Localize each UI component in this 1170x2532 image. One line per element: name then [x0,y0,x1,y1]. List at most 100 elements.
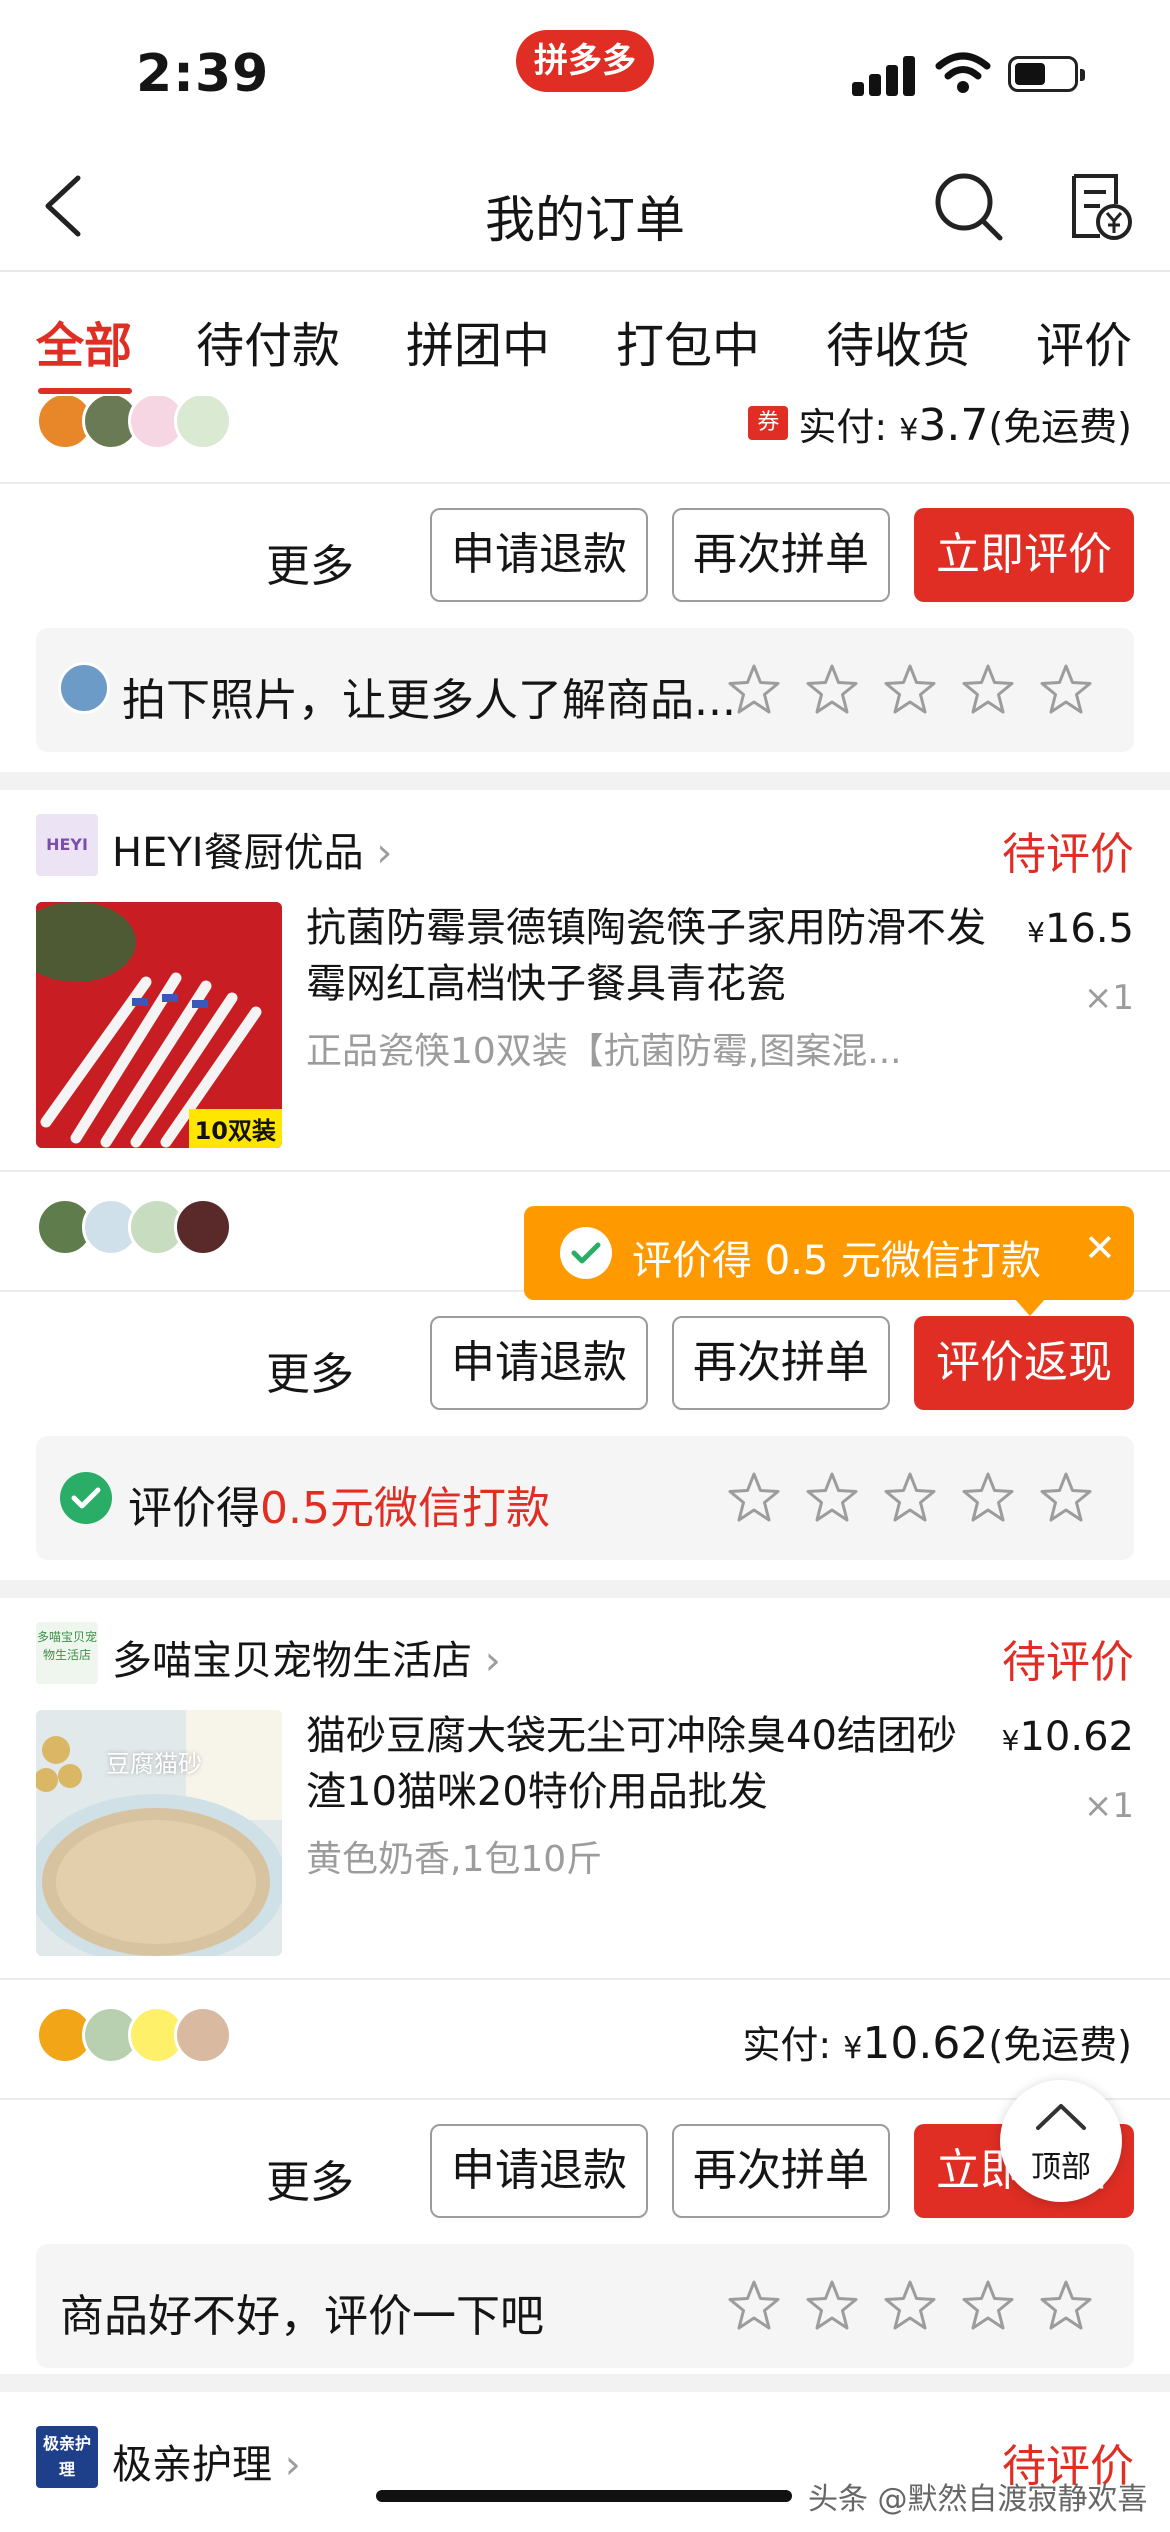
product-thumbnail[interactable]: 10双装 [36,902,282,1148]
order-actions: 更多 申请退款 再次拼单 立即评价 [0,2124,1170,2218]
chevron-right-icon: › [376,830,393,876]
shop-name-link[interactable]: 极亲护理 › [112,2432,301,2490]
review-prompt-text: 商品好不好，评价一下吧 [60,2291,544,2342]
tooltip-arrow [1014,1298,1046,1316]
star-icon[interactable] [960,662,1016,718]
app-indicator-pill: 拼多多 [516,30,654,92]
buyer-avatars [36,396,256,456]
tab-review[interactable]: 评价 [1036,306,1132,376]
paid-amount: 券 实付: ¥3.7(免运费) [748,396,1132,451]
wifi-icon [935,52,991,93]
avatar [174,396,232,450]
product-quantity: ×1 [1083,978,1134,1018]
shop-logo: 极亲护理 [36,2426,98,2488]
avatar [174,1198,232,1256]
more-link[interactable]: 更多 [266,1338,354,1402]
star-icon[interactable] [804,662,860,718]
star-icon[interactable] [726,662,782,718]
star-rating[interactable] [726,662,1108,718]
star-icon[interactable] [960,1470,1016,1526]
buyer-avatars [36,1198,256,1262]
wechat-pay-icon [560,1227,612,1279]
star-icon[interactable] [960,2278,1016,2334]
chevron-right-icon: › [284,2442,301,2488]
shop-name-link[interactable]: HEYI餐厨优品 › [112,820,392,878]
reorder-button[interactable]: 再次拼单 [672,1316,890,1410]
back-to-top-button[interactable]: 顶部 [1000,2080,1122,2202]
star-icon[interactable] [882,2278,938,2334]
review-prompt-box[interactable]: 拍下照片，让更多人了解商品... [36,628,1134,752]
product-title[interactable]: 抗菌防霉景德镇陶瓷筷子家用防滑不发霉网红高档快子餐具青花瓷 [306,900,1006,1012]
tab-pending-receipt[interactable]: 待收货 [826,306,970,376]
pack-badge: 10双装 [188,1109,282,1148]
avatar [174,2006,232,2064]
star-icon[interactable] [1038,662,1094,718]
order-actions: 更多 申请退款 再次拼单 立即评价 [0,508,1170,602]
shop-name-link[interactable]: 多喵宝贝宠物生活店 › [112,1628,501,1686]
divider [0,1170,1170,1172]
star-rating[interactable] [726,1470,1108,1526]
order-status-tabs: 全部 待付款 拼团中 打包中 待收货 评价 [0,272,1170,396]
battery-icon [1008,56,1085,92]
product-spec: 黄色奶香,1包10斤 [306,1839,603,1880]
thumbnail-label: 豆腐猫砂 [106,1750,202,1778]
home-indicator [376,2490,792,2502]
star-icon[interactable] [882,662,938,718]
product-price: ¥10.62 [1001,1714,1134,1760]
product-price: ¥16.5 [1027,906,1134,952]
review-cashback-button[interactable]: 评价返现 [914,1316,1134,1410]
status-bar: 2:39 拼多多 [0,0,1170,140]
nav-bar: 我的订单 [0,140,1170,272]
star-icon[interactable] [804,2278,860,2334]
cashback-tooltip[interactable]: 评价得 0.5 元微信打款 ✕ [524,1206,1134,1316]
reorder-button[interactable]: 再次拼单 [672,508,890,602]
star-icon[interactable] [882,1470,938,1526]
review-prompt-box[interactable]: 商品好不好，评价一下吧 [36,2244,1134,2368]
star-icon[interactable] [726,1470,782,1526]
shop-logo: 多喵宝贝宠物生活店 [36,1622,98,1684]
review-prompt-text: 拍下照片，让更多人了解商品... [122,675,736,726]
star-rating[interactable] [726,2278,1108,2334]
star-icon[interactable] [804,1470,860,1526]
shop-logo: HEYI [36,814,98,876]
orders-screen: 2:39 拼多多 我的订单 全部 待付款 拼团中 打包中 待收货 评价 券 实付… [0,0,1170,2532]
more-link[interactable]: 更多 [266,2146,354,2210]
product-title[interactable]: 猫砂豆腐大袋无尘可冲除臭40结团砂渣10猫咪20特价用品批发 [306,1708,986,1820]
cashback-amount: 0.5元微信打款 [260,1483,550,1534]
reorder-button[interactable]: 再次拼单 [672,2124,890,2218]
tab-pending-payment[interactable]: 待付款 [196,306,340,376]
tab-group-buying[interactable]: 拼团中 [406,306,550,376]
tab-all[interactable]: 全部 [36,306,132,376]
paid-amount: 实付: ¥10.62(免运费) [742,2018,1132,2069]
order-card: HEYI HEYI餐厨优品 › 待评价 10双装 抗菌防霉景德镇陶瓷筷子家用防滑… [0,790,1170,1580]
product-thumbnail[interactable]: 豆腐猫砂 [36,1710,282,1956]
search-icon[interactable] [932,170,1004,242]
divider [0,2098,1170,2100]
tab-packing[interactable]: 打包中 [616,306,760,376]
refund-button[interactable]: 申请退款 [430,2124,648,2218]
buyer-avatars [36,2006,256,2070]
review-now-button[interactable]: 立即评价 [914,508,1134,602]
clock: 2:39 [136,44,270,104]
product-spec: 正品瓷筷10双装【抗菌防霉,图案混... [306,1031,902,1072]
star-icon[interactable] [1038,1470,1094,1526]
cellular-signal-icon [852,54,916,96]
chevron-up-icon [1036,2104,1086,2130]
chevron-right-icon: › [484,1638,501,1684]
tooltip-text: 评价得 0.5 元微信打款 [632,1238,1042,1284]
review-prompt-box[interactable]: 评价得0.5元微信打款 [36,1436,1134,1560]
order-actions: 更多 申请退款 再次拼单 评价返现 [0,1316,1170,1410]
coupon-icon: 券 [748,406,789,440]
close-icon[interactable]: ✕ [1084,1226,1116,1270]
refund-button[interactable]: 申请退款 [430,508,648,602]
divider [0,482,1170,484]
more-link[interactable]: 更多 [266,530,354,594]
bill-yuan-icon[interactable] [1066,170,1132,242]
active-tab-indicator [38,388,132,394]
avatar [58,662,110,714]
product-quantity: ×1 [1083,1786,1134,1826]
star-icon[interactable] [1038,2278,1094,2334]
order-status: 待评价 [1002,829,1134,880]
refund-button[interactable]: 申请退款 [430,1316,648,1410]
star-icon[interactable] [726,2278,782,2334]
